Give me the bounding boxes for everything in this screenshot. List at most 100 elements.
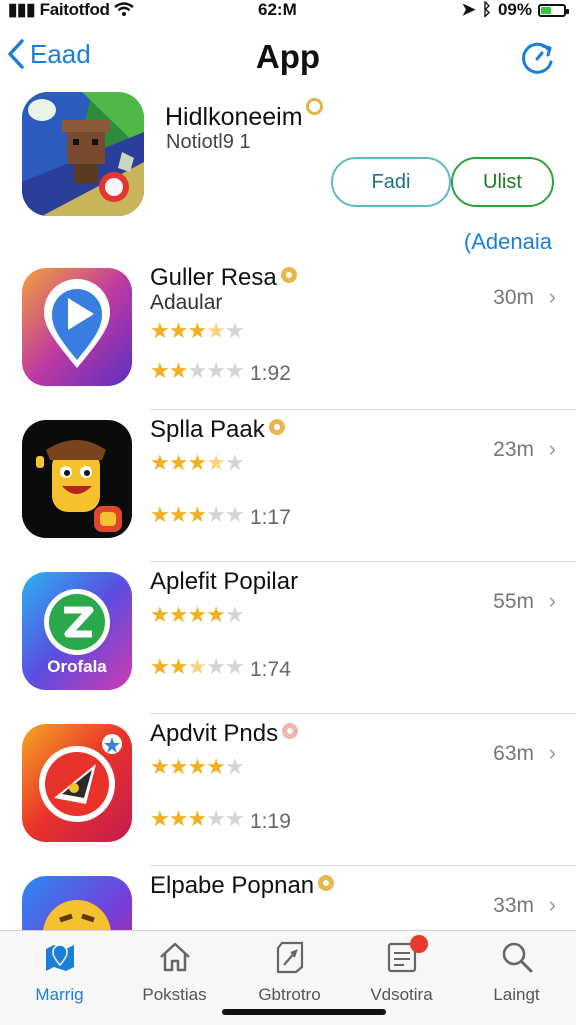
star-icon: ★ <box>150 502 170 527</box>
list-item[interactable]: Guller Resa Adaular ★★★★★ ★★★★★ 1:92 30m… <box>0 258 576 410</box>
battery-percent: 09% <box>497 0 532 19</box>
home-icon <box>159 942 190 972</box>
list-item[interactable]: Elpabe Popnan 33m › <box>0 866 576 930</box>
tab-label: Pokstias <box>142 985 207 1004</box>
cartoon-character-icon <box>22 420 132 538</box>
list-item[interactable]: Splla Paak ★★★★★ ★★★★★ 1:17 23m › <box>0 410 576 562</box>
badge-icon <box>282 723 299 739</box>
star-icon: ★ <box>224 602 245 627</box>
chevron-right-icon: › <box>548 436 556 461</box>
star-icon: ★ <box>224 806 245 831</box>
app-name-text: Apdvit Pnds <box>150 720 279 747</box>
star-icon: ★ <box>187 754 207 779</box>
tab-map[interactable]: Marrig <box>2 939 117 1005</box>
verified-icon <box>305 98 323 115</box>
tab-browse[interactable]: Gbtrotro <box>232 939 347 1005</box>
app-name: Aplefit Popilar <box>150 568 298 596</box>
location-icon: ➤ <box>461 0 476 19</box>
refresh-icon[interactable] <box>518 40 556 78</box>
app-size: 30m <box>493 286 534 309</box>
featured-app-icon[interactable] <box>22 92 144 216</box>
star-icon: ★ <box>224 450 245 475</box>
rating-stars-secondary: ★★★★★ <box>150 654 245 680</box>
rating-stars: ★★★★★ <box>150 754 245 780</box>
list-item[interactable]: Orofala Aplefit Popilar ★★★★★ ★★★★★ 1:74… <box>0 562 576 714</box>
app-size: 55m <box>493 590 534 613</box>
tab-updates[interactable]: Vdsotira <box>344 935 459 1005</box>
star-icon: ★ <box>168 358 189 383</box>
rating-stars-secondary: ★★★★★ <box>150 502 245 528</box>
star-icon: ★ <box>187 654 207 679</box>
nav-bar: Eaad App <box>0 30 576 90</box>
badge-icon <box>268 419 285 435</box>
map-pin-play-icon <box>22 268 132 386</box>
star-icon: ★ <box>168 602 189 627</box>
app-icon-label: Orofala <box>47 657 107 676</box>
emoji-face-icon <box>22 876 132 930</box>
app-subtitle: Adaular <box>150 291 223 314</box>
notification-badge <box>410 935 428 953</box>
wifi-icon <box>114 0 134 19</box>
tab-home[interactable]: Pokstias <box>117 939 232 1005</box>
star-icon: ★ <box>206 602 226 627</box>
list-item[interactable]: Apdvit Pnds ★★★★★ ★★★★★ 1:19 63m › <box>0 714 576 866</box>
star-icon: ★ <box>187 502 207 527</box>
compass-box-icon <box>276 941 303 974</box>
star-icon: ★ <box>187 602 207 627</box>
rocket-circle-icon <box>22 724 132 842</box>
star-icon: ★ <box>224 754 245 779</box>
featured-secondary-button[interactable]: Ulist <box>451 157 554 207</box>
star-icon: ★ <box>187 358 207 383</box>
star-icon: ★ <box>150 654 170 679</box>
rating-count: 1:74 <box>250 658 291 681</box>
tab-label: Laingt <box>493 985 540 1004</box>
chevron-right-icon: › <box>548 892 556 917</box>
featured-link[interactable]: (Adenaia <box>464 229 552 255</box>
tab-search[interactable]: Laingt <box>459 939 574 1005</box>
app-name-text: Splla Paak <box>150 416 265 443</box>
chevron-right-icon: › <box>548 588 556 613</box>
star-icon: ★ <box>187 318 207 343</box>
app-size: 33m <box>493 894 534 917</box>
star-icon: ★ <box>150 450 170 475</box>
app-name-text: Elpabe Popnan <box>150 872 315 899</box>
star-icon: ★ <box>168 654 189 679</box>
chevron-right-icon: › <box>548 740 556 765</box>
rating-count: 1:92 <box>250 362 291 385</box>
star-icon: ★ <box>206 654 226 679</box>
featured-app-name: Hidlkoneeim <box>165 98 323 132</box>
letter-z-circle-icon: Orofala <box>22 572 132 690</box>
battery-icon <box>538 3 569 17</box>
star-icon: ★ <box>150 602 170 627</box>
map-pin-icon <box>45 944 74 971</box>
app-name: Splla Paak <box>150 416 285 444</box>
star-icon: ★ <box>150 806 170 831</box>
star-icon: ★ <box>206 318 226 343</box>
page-title: App <box>255 38 321 75</box>
home-indicator <box>222 1009 386 1015</box>
featured-app: Hidlkoneeim Notiotl9 1 Fadi Ulist (Adena… <box>0 88 576 258</box>
rating-stars: ★★★★★ <box>150 450 245 476</box>
search-icon <box>502 942 532 973</box>
badge-icon <box>318 875 335 891</box>
star-icon: ★ <box>150 318 170 343</box>
chevron-right-icon: › <box>548 284 556 309</box>
rating-stars: ★★★★★ <box>150 602 245 628</box>
app-name: Elpabe Popnan <box>150 872 335 900</box>
rating-stars-secondary: ★★★★★ <box>150 806 245 832</box>
bluetooth-icon: ᛒ <box>481 0 492 19</box>
badge-icon <box>280 267 297 283</box>
rating-count: 1:19 <box>250 810 291 833</box>
status-bar: ▮▮▮ Faitotfod 62:M ➤ ᛒ 09% <box>0 0 576 22</box>
star-icon: ★ <box>168 502 189 527</box>
featured-app-title: Hidlkoneeim <box>165 103 303 131</box>
app-size: 23m <box>493 438 534 461</box>
featured-primary-button[interactable]: Fadi <box>331 157 451 207</box>
rating-count: 1:17 <box>250 506 291 529</box>
star-icon: ★ <box>168 806 189 831</box>
star-icon: ★ <box>224 318 245 343</box>
app-name: Apdvit Pnds <box>150 720 299 748</box>
app-name-text: Guller Resa <box>150 264 277 291</box>
signal-icon: ▮▮▮ <box>8 0 36 19</box>
tab-label: Marrig <box>35 985 84 1004</box>
